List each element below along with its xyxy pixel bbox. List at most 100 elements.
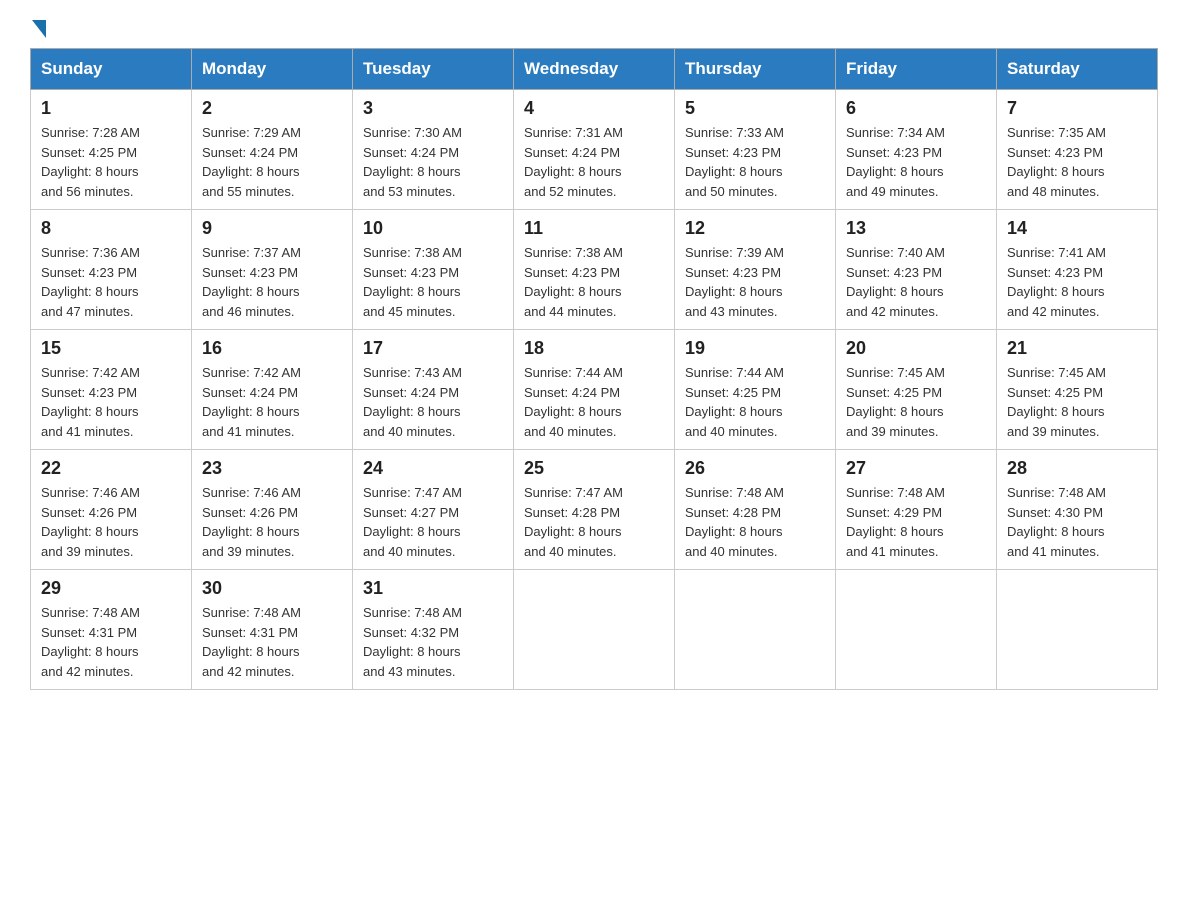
day-number: 22 — [41, 458, 181, 479]
day-number: 6 — [846, 98, 986, 119]
day-info: Sunrise: 7:31 AMSunset: 4:24 PMDaylight:… — [524, 123, 664, 201]
day-number: 11 — [524, 218, 664, 239]
calendar-cell: 4 Sunrise: 7:31 AMSunset: 4:24 PMDaylight… — [514, 90, 675, 210]
calendar-cell: 5 Sunrise: 7:33 AMSunset: 4:23 PMDaylight… — [675, 90, 836, 210]
day-info: Sunrise: 7:48 AMSunset: 4:29 PMDaylight:… — [846, 483, 986, 561]
day-number: 9 — [202, 218, 342, 239]
day-number: 16 — [202, 338, 342, 359]
calendar-cell: 18 Sunrise: 7:44 AMSunset: 4:24 PMDayligh… — [514, 330, 675, 450]
day-header-thursday: Thursday — [675, 49, 836, 90]
calendar-cell: 31 Sunrise: 7:48 AMSunset: 4:32 PMDayligh… — [353, 570, 514, 690]
calendar-cell: 11 Sunrise: 7:38 AMSunset: 4:23 PMDayligh… — [514, 210, 675, 330]
calendar-table: SundayMondayTuesdayWednesdayThursdayFrid… — [30, 48, 1158, 690]
calendar-cell: 16 Sunrise: 7:42 AMSunset: 4:24 PMDayligh… — [192, 330, 353, 450]
day-number: 26 — [685, 458, 825, 479]
calendar-cell: 14 Sunrise: 7:41 AMSunset: 4:23 PMDayligh… — [997, 210, 1158, 330]
calendar-cell: 28 Sunrise: 7:48 AMSunset: 4:30 PMDayligh… — [997, 450, 1158, 570]
calendar-cell: 13Sunrise: 7:40 AMSunset: 4:23 PMDayligh… — [836, 210, 997, 330]
day-info: Sunrise: 7:30 AMSunset: 4:24 PMDaylight:… — [363, 123, 503, 201]
day-number: 12 — [685, 218, 825, 239]
day-info: Sunrise: 7:34 AMSunset: 4:23 PMDaylight:… — [846, 123, 986, 201]
calendar-cell — [997, 570, 1158, 690]
calendar-cell: 27 Sunrise: 7:48 AMSunset: 4:29 PMDayligh… — [836, 450, 997, 570]
day-number: 3 — [363, 98, 503, 119]
day-info: Sunrise: 7:29 AMSunset: 4:24 PMDaylight:… — [202, 123, 342, 201]
calendar-cell: 2Sunrise: 7:29 AMSunset: 4:24 PMDaylight… — [192, 90, 353, 210]
calendar-header-row: SundayMondayTuesdayWednesdayThursdayFrid… — [31, 49, 1158, 90]
day-info: Sunrise: 7:42 AMSunset: 4:23 PMDaylight:… — [41, 363, 181, 441]
day-header-sunday: Sunday — [31, 49, 192, 90]
calendar-cell: 25 Sunrise: 7:47 AMSunset: 4:28 PMDayligh… — [514, 450, 675, 570]
day-number: 10 — [363, 218, 503, 239]
day-info: Sunrise: 7:37 AMSunset: 4:23 PMDaylight:… — [202, 243, 342, 321]
logo-arrow-icon — [32, 20, 46, 38]
calendar-cell: 17Sunrise: 7:43 AMSunset: 4:24 PMDayligh… — [353, 330, 514, 450]
day-info: Sunrise: 7:42 AMSunset: 4:24 PMDaylight:… — [202, 363, 342, 441]
day-number: 17 — [363, 338, 503, 359]
calendar-cell: 6 Sunrise: 7:34 AMSunset: 4:23 PMDaylight… — [836, 90, 997, 210]
day-info: Sunrise: 7:36 AMSunset: 4:23 PMDaylight:… — [41, 243, 181, 321]
day-header-monday: Monday — [192, 49, 353, 90]
day-number: 5 — [685, 98, 825, 119]
page-header — [30, 20, 1158, 32]
day-info: Sunrise: 7:38 AMSunset: 4:23 PMDaylight:… — [363, 243, 503, 321]
day-number: 7 — [1007, 98, 1147, 119]
week-row-3: 15 Sunrise: 7:42 AMSunset: 4:23 PMDayligh… — [31, 330, 1158, 450]
calendar-cell — [514, 570, 675, 690]
day-header-saturday: Saturday — [997, 49, 1158, 90]
calendar-cell: 21 Sunrise: 7:45 AMSunset: 4:25 PMDayligh… — [997, 330, 1158, 450]
day-number: 15 — [41, 338, 181, 359]
day-number: 8 — [41, 218, 181, 239]
day-number: 18 — [524, 338, 664, 359]
day-info: Sunrise: 7:45 AMSunset: 4:25 PMDaylight:… — [1007, 363, 1147, 441]
day-number: 20 — [846, 338, 986, 359]
day-info: Sunrise: 7:46 AMSunset: 4:26 PMDaylight:… — [202, 483, 342, 561]
day-number: 25 — [524, 458, 664, 479]
day-info: Sunrise: 7:41 AMSunset: 4:23 PMDaylight:… — [1007, 243, 1147, 321]
day-info: Sunrise: 7:44 AMSunset: 4:24 PMDaylight:… — [524, 363, 664, 441]
day-number: 31 — [363, 578, 503, 599]
calendar-cell: 24 Sunrise: 7:47 AMSunset: 4:27 PMDayligh… — [353, 450, 514, 570]
day-number: 21 — [1007, 338, 1147, 359]
day-info: Sunrise: 7:39 AMSunset: 4:23 PMDaylight:… — [685, 243, 825, 321]
calendar-cell: 10 Sunrise: 7:38 AMSunset: 4:23 PMDayligh… — [353, 210, 514, 330]
calendar-cell: 8 Sunrise: 7:36 AMSunset: 4:23 PMDaylight… — [31, 210, 192, 330]
day-info: Sunrise: 7:28 AMSunset: 4:25 PMDaylight:… — [41, 123, 181, 201]
day-info: Sunrise: 7:46 AMSunset: 4:26 PMDaylight:… — [41, 483, 181, 561]
day-info: Sunrise: 7:40 AMSunset: 4:23 PMDaylight:… — [846, 243, 986, 321]
calendar-cell: 22 Sunrise: 7:46 AMSunset: 4:26 PMDayligh… — [31, 450, 192, 570]
day-number: 4 — [524, 98, 664, 119]
day-info: Sunrise: 7:48 AMSunset: 4:32 PMDaylight:… — [363, 603, 503, 681]
calendar-cell — [836, 570, 997, 690]
day-header-tuesday: Tuesday — [353, 49, 514, 90]
calendar-cell: 20 Sunrise: 7:45 AMSunset: 4:25 PMDayligh… — [836, 330, 997, 450]
day-number: 30 — [202, 578, 342, 599]
day-info: Sunrise: 7:35 AMSunset: 4:23 PMDaylight:… — [1007, 123, 1147, 201]
day-info: Sunrise: 7:33 AMSunset: 4:23 PMDaylight:… — [685, 123, 825, 201]
week-row-4: 22 Sunrise: 7:46 AMSunset: 4:26 PMDayligh… — [31, 450, 1158, 570]
calendar-cell: 9 Sunrise: 7:37 AMSunset: 4:23 PMDaylight… — [192, 210, 353, 330]
day-header-friday: Friday — [836, 49, 997, 90]
calendar-cell: 23 Sunrise: 7:46 AMSunset: 4:26 PMDayligh… — [192, 450, 353, 570]
day-info: Sunrise: 7:48 AMSunset: 4:30 PMDaylight:… — [1007, 483, 1147, 561]
day-info: Sunrise: 7:48 AMSunset: 4:28 PMDaylight:… — [685, 483, 825, 561]
day-info: Sunrise: 7:47 AMSunset: 4:28 PMDaylight:… — [524, 483, 664, 561]
day-number: 14 — [1007, 218, 1147, 239]
day-info: Sunrise: 7:48 AMSunset: 4:31 PMDaylight:… — [202, 603, 342, 681]
calendar-cell: 12 Sunrise: 7:39 AMSunset: 4:23 PMDayligh… — [675, 210, 836, 330]
day-info: Sunrise: 7:38 AMSunset: 4:23 PMDaylight:… — [524, 243, 664, 321]
day-number: 28 — [1007, 458, 1147, 479]
week-row-1: 1 Sunrise: 7:28 AMSunset: 4:25 PMDaylight… — [31, 90, 1158, 210]
day-number: 1 — [41, 98, 181, 119]
day-info: Sunrise: 7:47 AMSunset: 4:27 PMDaylight:… — [363, 483, 503, 561]
calendar-cell: 26 Sunrise: 7:48 AMSunset: 4:28 PMDayligh… — [675, 450, 836, 570]
day-number: 24 — [363, 458, 503, 479]
day-number: 23 — [202, 458, 342, 479]
logo — [30, 20, 48, 32]
calendar-cell: 29Sunrise: 7:48 AMSunset: 4:31 PMDayligh… — [31, 570, 192, 690]
day-info: Sunrise: 7:45 AMSunset: 4:25 PMDaylight:… — [846, 363, 986, 441]
week-row-2: 8 Sunrise: 7:36 AMSunset: 4:23 PMDaylight… — [31, 210, 1158, 330]
day-header-wednesday: Wednesday — [514, 49, 675, 90]
day-number: 29 — [41, 578, 181, 599]
day-number: 27 — [846, 458, 986, 479]
